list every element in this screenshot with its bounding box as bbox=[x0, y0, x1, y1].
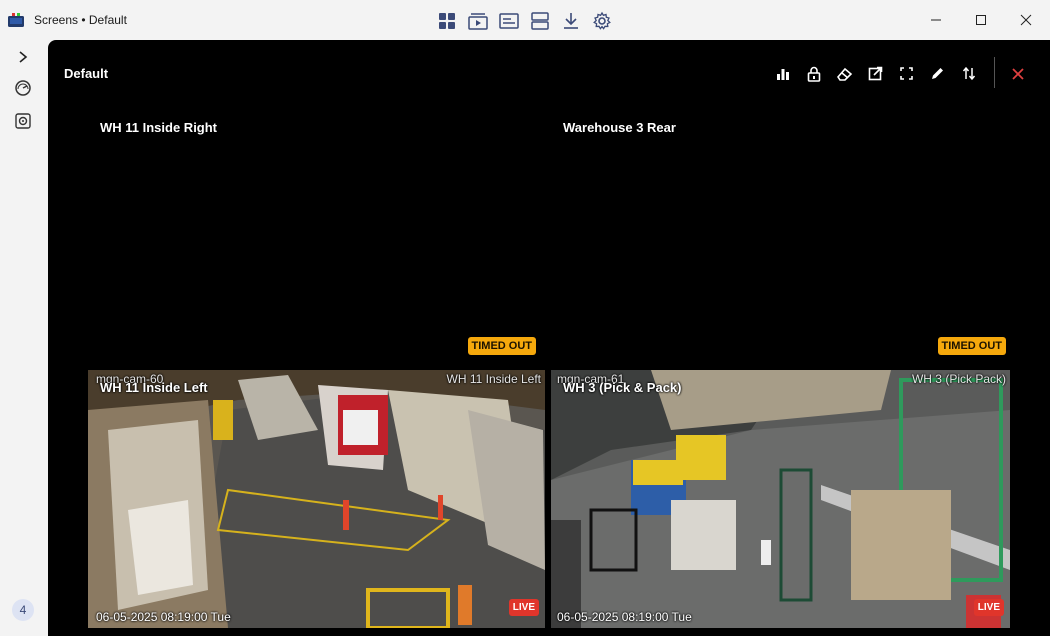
eraser-icon[interactable] bbox=[834, 63, 855, 84]
status-badge: TIMED OUT bbox=[937, 337, 1006, 355]
grid-icon[interactable] bbox=[436, 10, 457, 31]
camera-feed bbox=[551, 370, 1010, 628]
view-icon[interactable] bbox=[498, 10, 519, 31]
toolbar-divider bbox=[994, 57, 995, 88]
maximize-button[interactable] bbox=[958, 6, 1004, 34]
camera-tile[interactable]: Warehouse 3 Rear TIMED OUT bbox=[551, 112, 1010, 358]
download-icon[interactable] bbox=[560, 10, 581, 31]
camera-tile-name: WH 11 Inside Right bbox=[100, 120, 218, 135]
gauge-icon[interactable] bbox=[12, 77, 34, 99]
camera-timestamp: 06-05-2025 08:19:00 Tue bbox=[96, 610, 231, 624]
camera-tile[interactable]: mgn-cam-61 WH 3 (Pick & Pack) WH 3 (Pick… bbox=[551, 370, 1010, 628]
camera-feed bbox=[88, 370, 545, 628]
edit-icon[interactable] bbox=[927, 63, 948, 84]
camera-tile-name: WH 11 Inside Left bbox=[100, 380, 208, 395]
open-external-icon[interactable] bbox=[865, 63, 886, 84]
screen-toolbar bbox=[772, 63, 979, 84]
live-badge: LIVE bbox=[973, 599, 1004, 616]
top-toolbar bbox=[436, 10, 612, 31]
camera-label: WH 3 (Pick Pack) bbox=[911, 372, 1006, 386]
status-badge: TIMED OUT bbox=[467, 337, 536, 355]
fullscreen-icon[interactable] bbox=[896, 63, 917, 84]
layout-icon[interactable] bbox=[529, 10, 550, 31]
close-window-button[interactable] bbox=[1003, 6, 1049, 34]
lock-icon[interactable] bbox=[803, 63, 824, 84]
notification-count-badge[interactable]: 4 bbox=[12, 599, 34, 621]
camera-tile-name: Warehouse 3 Rear bbox=[563, 120, 676, 135]
camera-tile[interactable]: WH 11 Inside Right TIMED OUT bbox=[88, 112, 544, 358]
camera-settings-icon[interactable] bbox=[12, 110, 34, 132]
camera-label: WH 11 Inside Left bbox=[446, 372, 542, 386]
playback-icon[interactable] bbox=[467, 10, 488, 31]
live-badge: LIVE bbox=[508, 599, 539, 616]
window-title: Screens • Default bbox=[34, 13, 127, 27]
screen-title: Default bbox=[64, 66, 109, 81]
camera-tile-name: WH 3 (Pick & Pack) bbox=[563, 380, 682, 395]
close-screen-button[interactable] bbox=[1006, 63, 1030, 84]
gear-icon[interactable] bbox=[591, 10, 612, 31]
camera-timestamp: 06-05-2025 08:19:00 Tue bbox=[557, 610, 692, 624]
camera-tile[interactable]: mgn-cam-60 WH 11 Inside Left WH 11 Insid… bbox=[88, 370, 545, 628]
sidebar: 4 bbox=[0, 40, 48, 636]
title-bar: Screens • Default bbox=[0, 0, 1050, 40]
stats-icon[interactable] bbox=[772, 63, 793, 84]
minimize-button[interactable] bbox=[913, 6, 959, 34]
swap-icon[interactable] bbox=[958, 63, 979, 84]
expand-chevron-icon[interactable] bbox=[12, 46, 34, 68]
screen-view: Default WH 11 Inside Right TIMED OUT War… bbox=[48, 40, 1050, 636]
app-icon bbox=[8, 13, 24, 27]
